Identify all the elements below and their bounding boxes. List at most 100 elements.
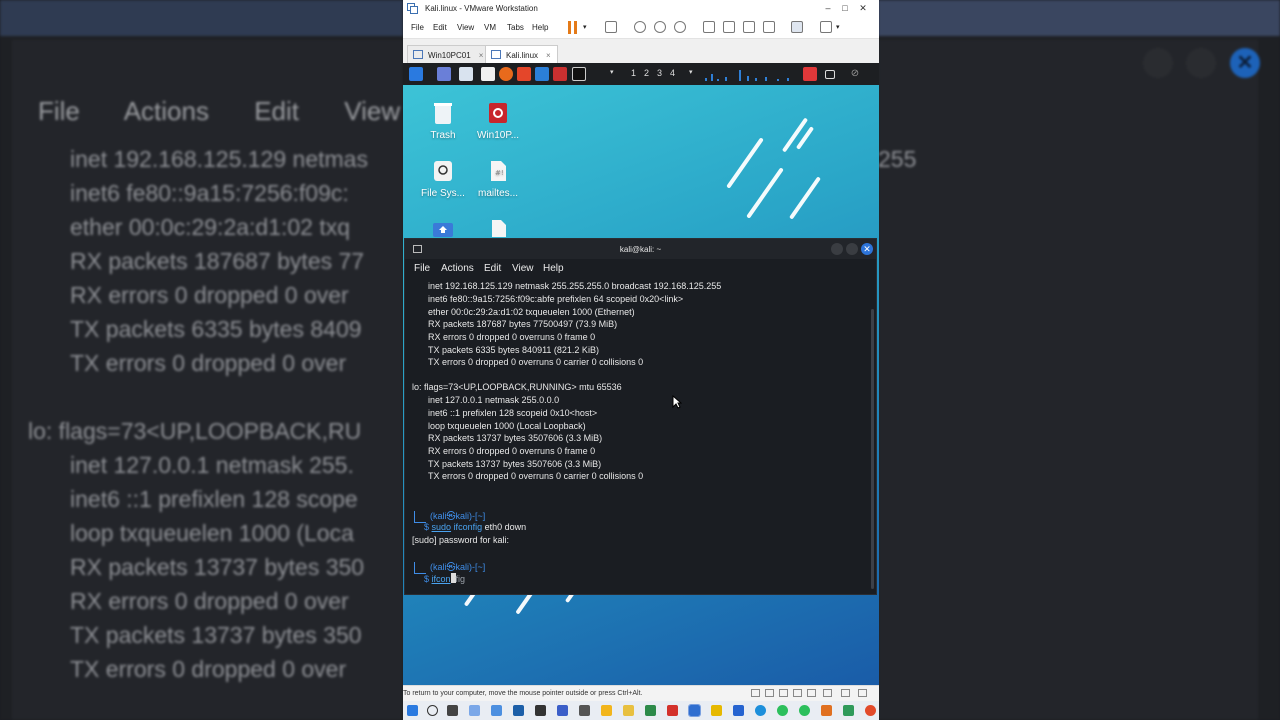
desktop-icon-filesystem[interactable]: File Sys... xyxy=(413,159,473,199)
start-icon[interactable] xyxy=(407,705,418,716)
menu-help[interactable]: Help xyxy=(543,263,564,274)
chevron-down-icon[interactable]: ▾ xyxy=(583,23,587,31)
close-button[interactable]: ✕ xyxy=(861,243,873,255)
workspace-3[interactable]: 3 xyxy=(657,68,662,78)
snapshot-icon[interactable] xyxy=(634,21,646,33)
message-log-icon[interactable] xyxy=(858,689,867,697)
app-icon[interactable] xyxy=(513,705,524,716)
show-desktop-icon[interactable] xyxy=(437,67,451,81)
app-icon[interactable] xyxy=(667,705,678,716)
prompt-user: (kali㉿kali)-[~] xyxy=(430,511,486,521)
menu-vm[interactable]: VM xyxy=(484,23,496,32)
desktop-icon-trash[interactable]: Trash xyxy=(413,101,473,141)
app-icon[interactable] xyxy=(557,705,568,716)
stretch-guest-icon[interactable] xyxy=(820,21,832,33)
menu-edit[interactable]: Edit xyxy=(433,23,447,32)
hard-disk-icon[interactable] xyxy=(751,689,760,697)
home-folder-icon[interactable] xyxy=(433,221,453,237)
widgets-icon[interactable] xyxy=(469,705,480,716)
search-icon[interactable] xyxy=(427,705,438,716)
desktop-icon-win10p[interactable]: Win10P... xyxy=(468,101,528,141)
usb-icon[interactable] xyxy=(793,689,802,697)
menu-tabs[interactable]: Tabs xyxy=(507,23,524,32)
menu-file[interactable]: File xyxy=(411,23,424,32)
tab-win10pc01[interactable]: Win10PC01 × xyxy=(407,45,491,63)
workspace-4[interactable]: 4 xyxy=(670,68,675,78)
menu-view[interactable]: View xyxy=(457,23,474,32)
menu-file[interactable]: File xyxy=(414,263,430,274)
network-adapter-icon[interactable] xyxy=(779,689,788,697)
app-icon[interactable] xyxy=(645,705,656,716)
whatsapp-icon[interactable] xyxy=(777,705,788,716)
workspace-1[interactable]: 1 xyxy=(631,68,636,78)
close-button[interactable]: ✕ xyxy=(856,1,870,15)
terminal-scrollbar[interactable] xyxy=(871,309,874,589)
file-explorer-icon[interactable] xyxy=(623,705,634,716)
workspace-2[interactable]: 2 xyxy=(644,68,649,78)
close-icon[interactable]: × xyxy=(546,51,551,60)
background-left-panel: File Actions Edit View H inet 192.168.12… xyxy=(0,0,403,720)
sound-card-icon[interactable] xyxy=(807,689,816,697)
cd-drive-icon[interactable] xyxy=(765,689,774,697)
app-icon[interactable] xyxy=(843,705,854,716)
chevron-down-icon[interactable]: ▾ xyxy=(689,68,693,76)
background-menu-item: Edit xyxy=(254,96,300,126)
full-screen-icon[interactable] xyxy=(743,21,755,33)
app-icon[interactable] xyxy=(821,705,832,716)
command-name: ifconfig xyxy=(453,522,483,532)
chevron-down-icon[interactable]: ▾ xyxy=(836,23,840,31)
unity-icon[interactable] xyxy=(763,21,775,33)
telegram-icon[interactable] xyxy=(755,705,766,716)
display-icon[interactable] xyxy=(841,689,850,697)
kali-menu-icon[interactable] xyxy=(409,67,423,81)
vscode-icon[interactable] xyxy=(535,67,549,81)
app-icon[interactable] xyxy=(733,705,744,716)
minimize-button[interactable] xyxy=(831,243,843,255)
app-icon[interactable] xyxy=(535,705,546,716)
vpn-icon[interactable] xyxy=(803,67,817,81)
app-icon[interactable] xyxy=(601,705,612,716)
mute-icon[interactable]: ⊘ xyxy=(848,67,862,81)
brave-icon[interactable] xyxy=(517,67,531,81)
wallpaper-stripe xyxy=(726,137,764,189)
task-view-icon[interactable] xyxy=(447,705,458,716)
app-icon[interactable] xyxy=(799,705,810,716)
display-icon[interactable] xyxy=(825,70,835,79)
guest-screen[interactable]: ▾ 1 2 3 4 ▾ ⊘ Trash Win10P... File Sys..… xyxy=(403,63,879,685)
command-input[interactable]: $ ifcon fig xyxy=(424,573,465,584)
vmware-taskbar-icon[interactable] xyxy=(688,704,701,717)
pause-icon[interactable] xyxy=(568,21,578,34)
snapshot-manager-icon[interactable] xyxy=(674,21,686,33)
app-icon[interactable] xyxy=(579,705,590,716)
file-icon[interactable] xyxy=(491,219,507,237)
firefox-icon[interactable] xyxy=(499,67,513,81)
printer-icon[interactable] xyxy=(823,689,832,697)
thumbnail-bar-icon[interactable] xyxy=(723,21,735,33)
app-icon[interactable] xyxy=(711,705,722,716)
minimize-button[interactable]: – xyxy=(821,1,835,15)
file-manager-icon[interactable] xyxy=(459,67,473,81)
text-editor-icon[interactable] xyxy=(481,67,495,81)
menu-help[interactable]: Help xyxy=(532,23,548,32)
output-line: TX packets 6335 bytes 840911 (821.2 KiB) xyxy=(428,345,599,355)
console-view-icon[interactable] xyxy=(791,21,803,33)
terminal-icon[interactable] xyxy=(572,67,586,81)
chrome-icon[interactable] xyxy=(865,705,876,716)
maximize-button[interactable] xyxy=(846,243,858,255)
close-icon[interactable]: × xyxy=(479,51,484,60)
terminal-window[interactable]: kali@kali: ~ ✕ File Actions Edit View He… xyxy=(404,238,877,595)
teams-icon[interactable] xyxy=(491,705,502,716)
app-launcher-icon[interactable] xyxy=(553,67,567,81)
menu-actions[interactable]: Actions xyxy=(441,263,474,274)
revert-snapshot-icon[interactable] xyxy=(654,21,666,33)
background-line: lo: flags=73<UP,LOOPBACK,RU xyxy=(28,418,362,444)
mouse-cursor-icon xyxy=(672,395,682,409)
show-library-icon[interactable] xyxy=(703,21,715,33)
tab-kali-linux[interactable]: Kali.linux × xyxy=(485,45,558,63)
desktop-icon-mailtes[interactable]: #! mailtes... xyxy=(468,159,528,199)
menu-edit[interactable]: Edit xyxy=(484,263,501,274)
maximize-button[interactable]: □ xyxy=(838,1,852,15)
menu-view[interactable]: View xyxy=(512,263,534,274)
chevron-down-icon[interactable]: ▾ xyxy=(610,68,614,76)
send-ctrl-alt-del-icon[interactable] xyxy=(605,21,617,33)
